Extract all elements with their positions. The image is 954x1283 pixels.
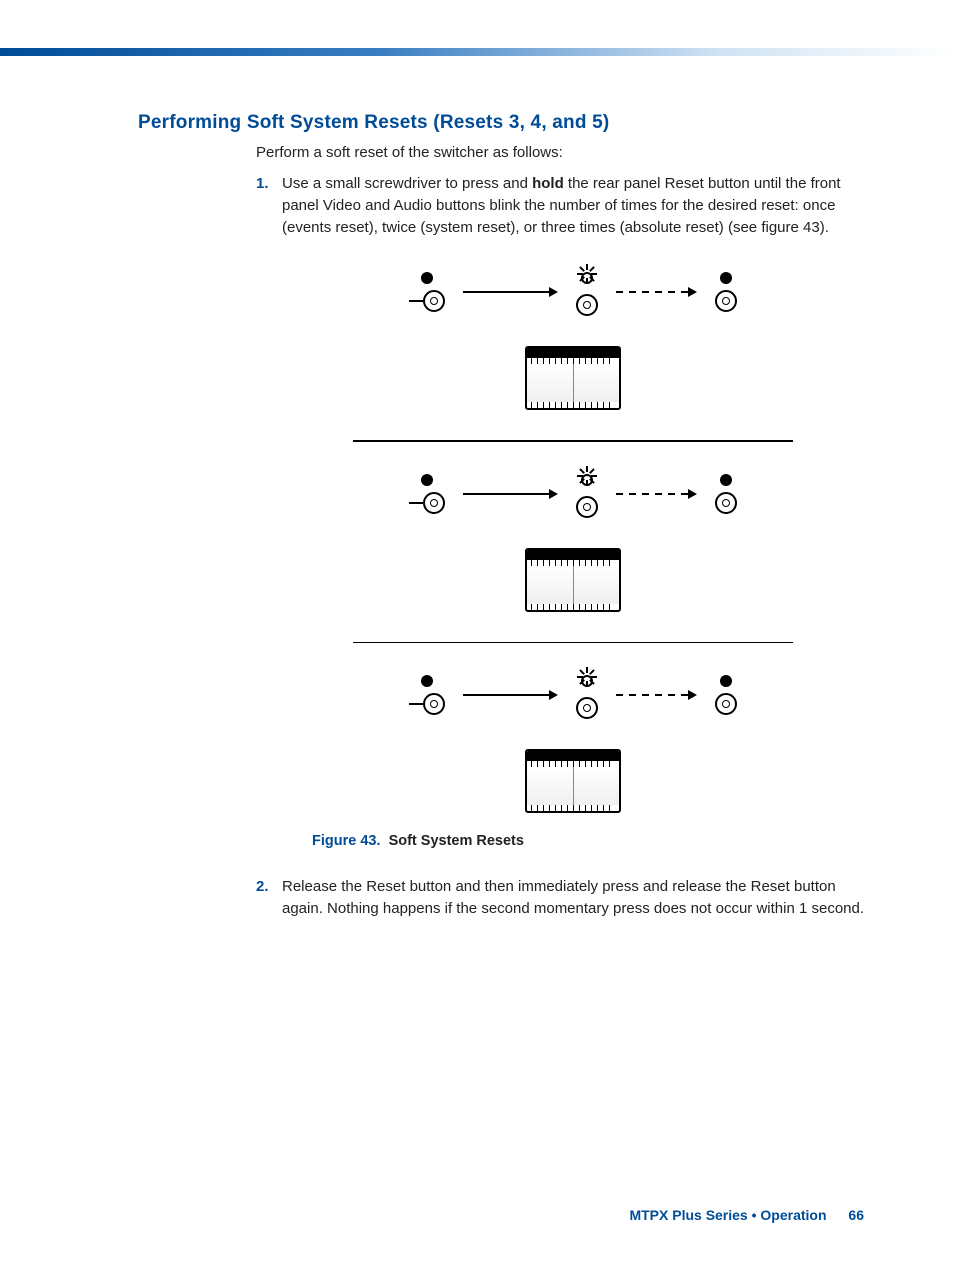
step-1: Use a small screwdriver to press and hol… — [256, 173, 864, 852]
reset-button-icon — [715, 492, 737, 514]
reset-sequence-row — [409, 268, 737, 316]
intro-text: Perform a soft reset of the switcher as … — [256, 142, 864, 163]
arrow-dashed-icon — [616, 287, 697, 297]
led-blink-icon — [577, 268, 597, 288]
divider-line — [353, 642, 793, 644]
footer-doc-title: MTPX Plus Series • Operation — [629, 1207, 826, 1223]
lcd-panel-icon — [525, 346, 621, 410]
led-off-icon — [720, 675, 732, 687]
page-footer: MTPX Plus Series • Operation 66 — [629, 1207, 864, 1223]
led-blink-icon — [577, 470, 597, 490]
led-off-icon — [421, 272, 433, 284]
reset-button-icon — [423, 693, 445, 715]
figure-number: Figure 43. — [312, 833, 381, 849]
arrow-dashed-icon — [616, 690, 697, 700]
led-off-icon — [421, 675, 433, 687]
reset-sequence-row — [409, 470, 737, 518]
divider-line — [353, 440, 793, 442]
led-off-icon — [421, 474, 433, 486]
led-off-icon — [720, 272, 732, 284]
reset-button-icon — [423, 290, 445, 312]
step-2: Release the Reset button and then immedi… — [256, 876, 864, 920]
reset-button-icon — [423, 492, 445, 514]
arrow-dashed-icon — [616, 489, 697, 499]
step1-part-a: Use a small screwdriver to press and — [282, 175, 532, 192]
lcd-panel-icon — [525, 548, 621, 612]
reset-button-icon — [715, 693, 737, 715]
section-heading: Performing Soft System Resets (Resets 3,… — [138, 112, 864, 134]
figure-title: Soft System Resets — [389, 833, 524, 849]
led-off-icon — [720, 474, 732, 486]
footer-page-number: 66 — [848, 1207, 864, 1223]
reset-sequence-row — [409, 671, 737, 719]
arrow-solid-icon — [463, 690, 558, 700]
figure-caption: Figure 43. Soft System Resets — [312, 831, 864, 852]
lcd-panel-icon — [525, 749, 621, 813]
reset-button-icon — [576, 496, 598, 518]
reset-button-icon — [576, 697, 598, 719]
figure-43-diagram — [282, 268, 864, 813]
arrow-solid-icon — [463, 287, 558, 297]
step1-bold: hold — [532, 175, 564, 192]
reset-button-icon — [715, 290, 737, 312]
header-gradient-bar — [0, 48, 954, 56]
reset-button-icon — [576, 294, 598, 316]
arrow-solid-icon — [463, 489, 558, 499]
led-blink-icon — [577, 671, 597, 691]
